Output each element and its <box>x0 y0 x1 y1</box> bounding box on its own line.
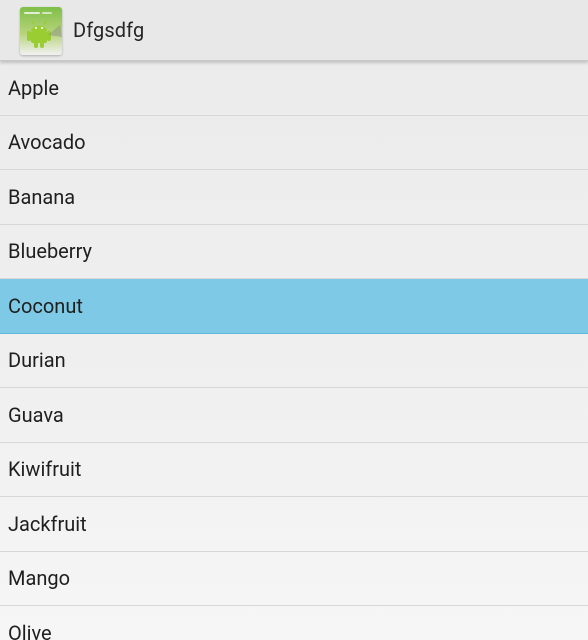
app-title: Dfgsdfg <box>73 18 145 42</box>
list-item-banana[interactable]: Banana <box>0 170 588 225</box>
list-item-mango[interactable]: Mango <box>0 552 588 606</box>
list-item-kiwifruit[interactable]: Kiwifruit <box>0 443 588 497</box>
list-item-apple[interactable]: Apple <box>0 61 588 116</box>
list-item-durian[interactable]: Durian <box>0 334 588 388</box>
list-item-avocado[interactable]: Avocado <box>0 116 588 170</box>
list-item-olive[interactable]: Olive <box>0 606 588 640</box>
android-icon-graphic <box>20 7 62 55</box>
list-item-blueberry[interactable]: Blueberry <box>0 225 588 279</box>
fruit-list[interactable]: Apple Avocado Banana Blueberry Coconut D… <box>0 61 588 640</box>
list-item-guava[interactable]: Guava <box>0 388 588 443</box>
android-app-icon[interactable] <box>20 7 62 55</box>
list-item-coconut-selected[interactable]: Coconut <box>0 279 588 334</box>
list-item-jackfruit[interactable]: Jackfruit <box>0 497 588 552</box>
action-bar: Dfgsdfg <box>0 0 588 61</box>
